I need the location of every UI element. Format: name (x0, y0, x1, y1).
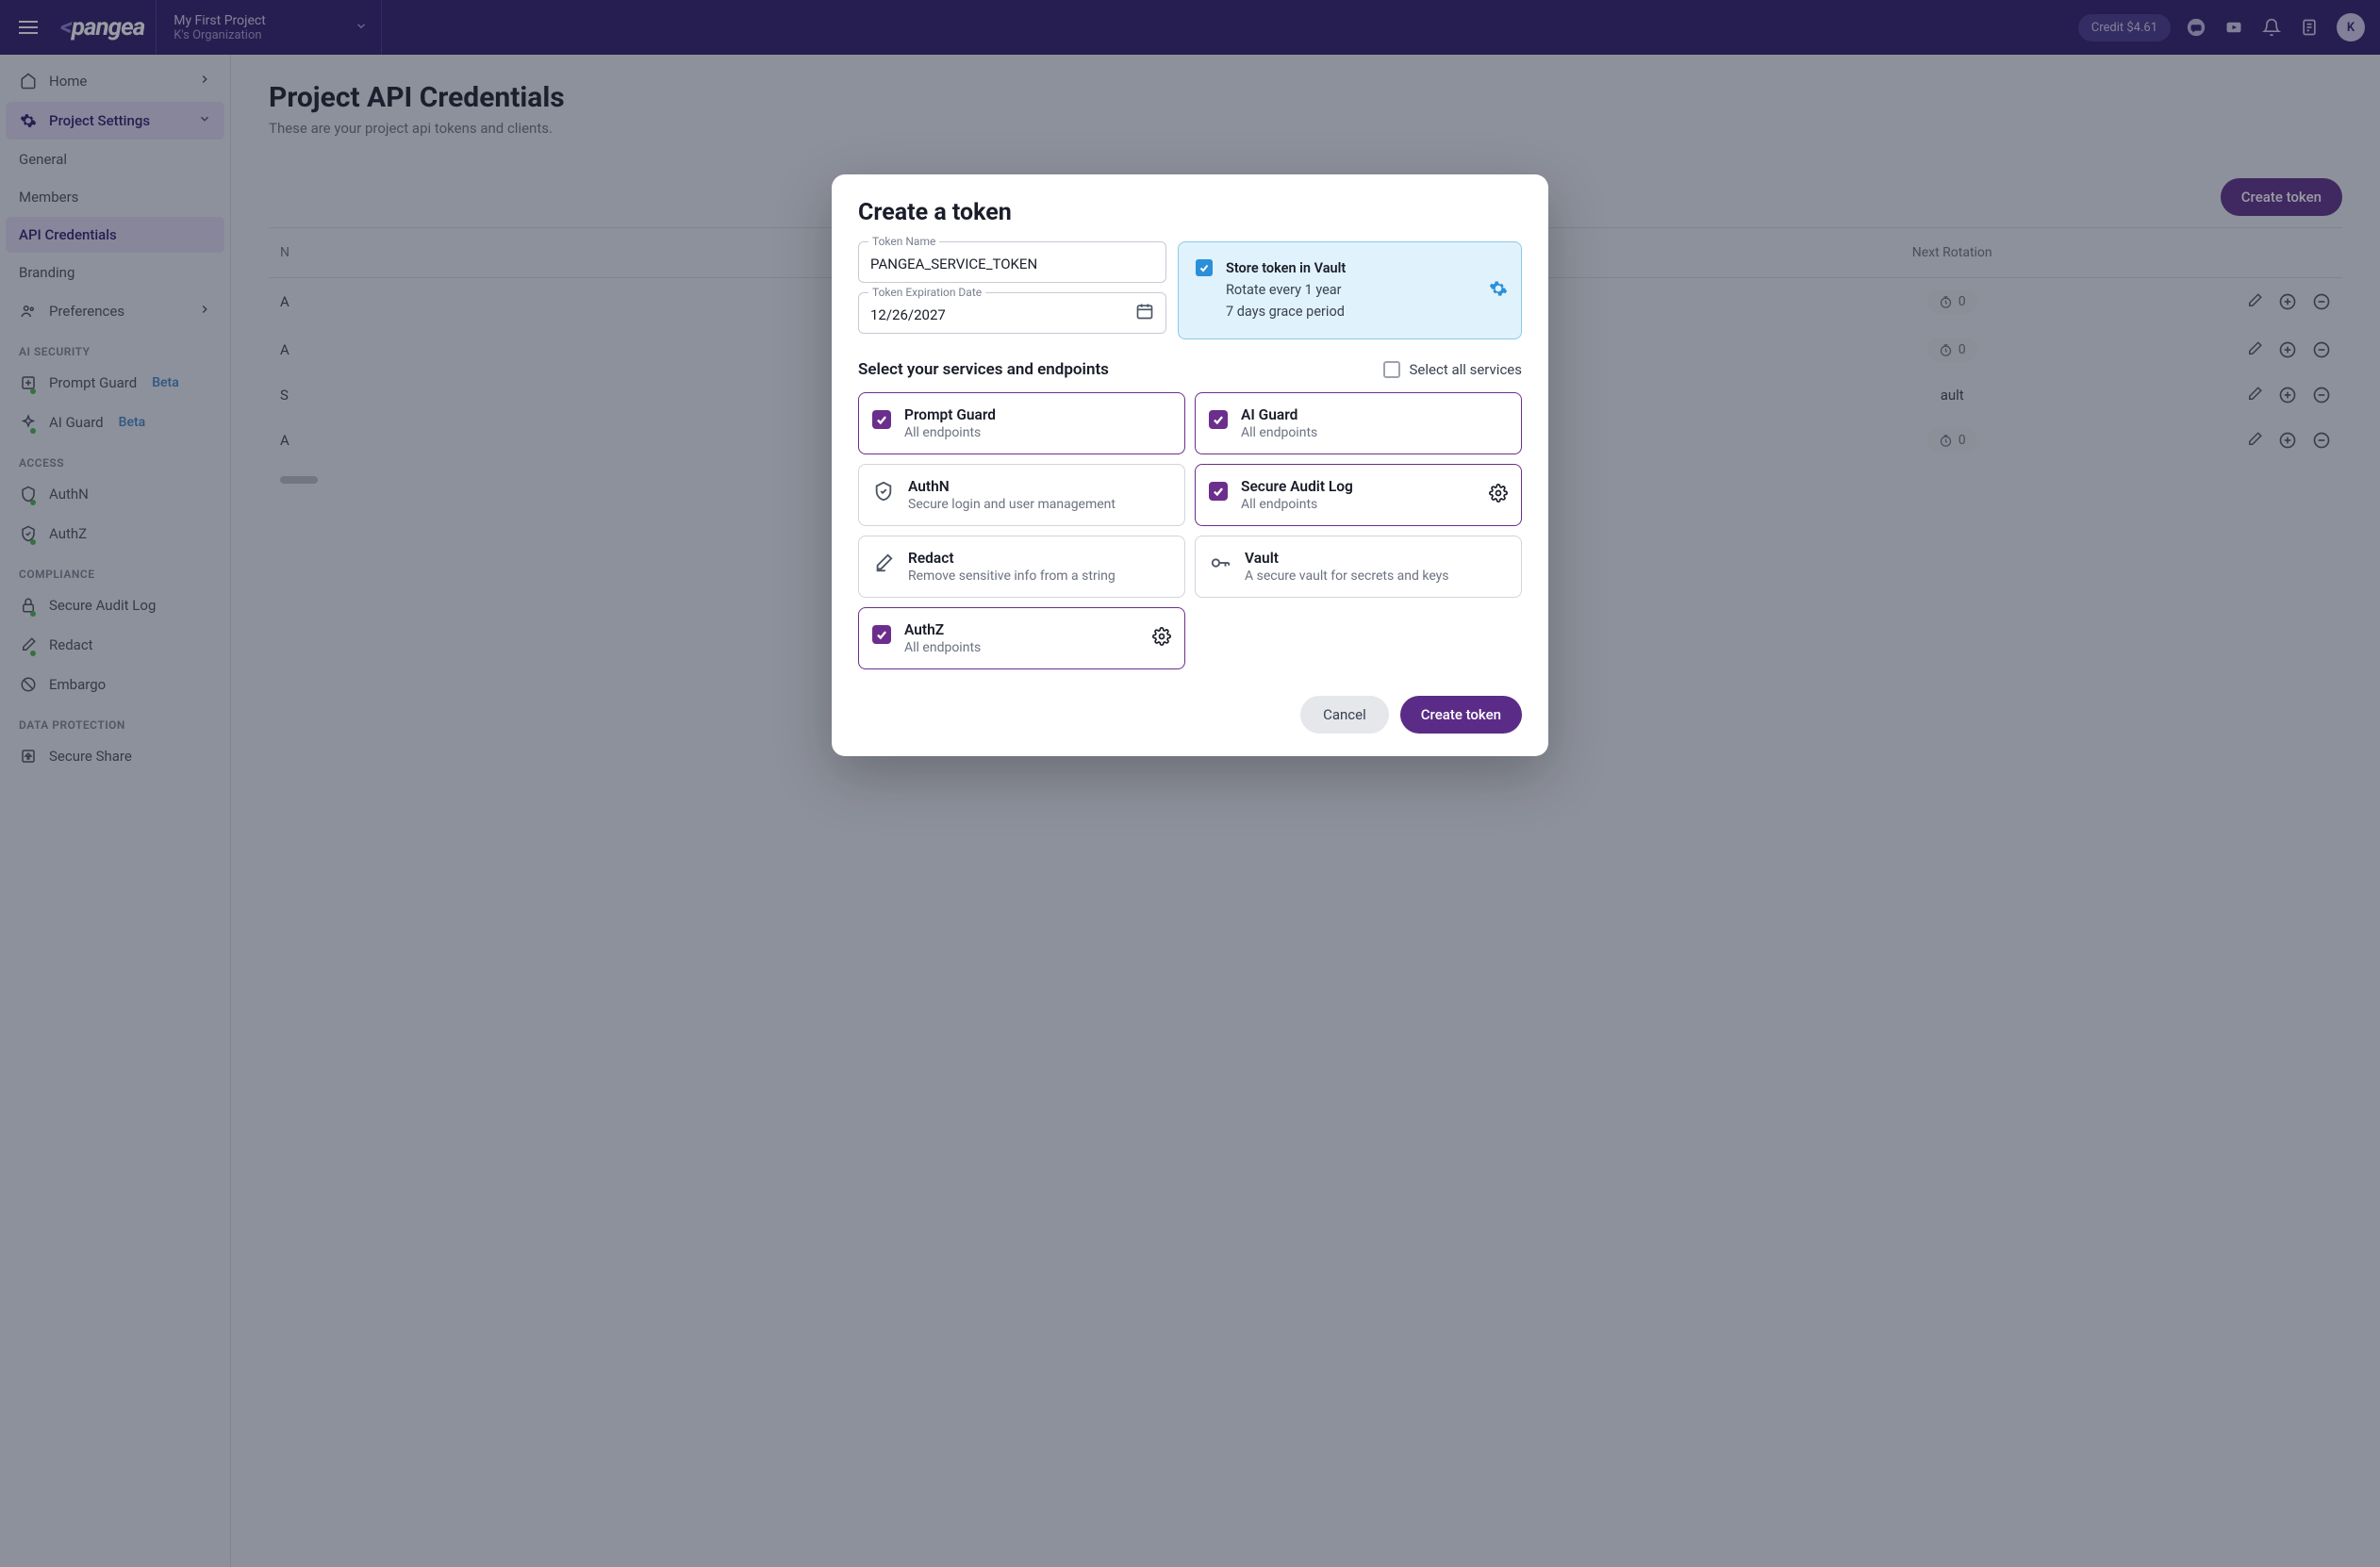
calendar-icon[interactable] (1135, 302, 1154, 324)
shield-icon (872, 480, 895, 503)
token-name-label: Token Name (868, 235, 939, 248)
checkbox-icon (1383, 361, 1400, 378)
token-name-input[interactable] (859, 242, 1165, 282)
service-card-vault[interactable]: Vault A secure vault for secrets and keys (1195, 536, 1522, 598)
select-all-label: Select all services (1410, 361, 1523, 378)
service-name: AuthN (908, 478, 1116, 495)
field-expiration: Token Expiration Date (858, 292, 1166, 334)
create-token-modal: Create a token Token Name Token Expirati… (832, 174, 1548, 756)
select-services-label: Select your services and endpoints (858, 360, 1109, 379)
service-name: AuthZ (904, 621, 981, 638)
service-desc: Remove sensitive info from a string (908, 569, 1116, 584)
service-card-secure-audit-log[interactable]: Secure Audit Log All endpoints (1195, 464, 1522, 526)
vault-checkbox[interactable] (1196, 259, 1213, 276)
key-icon (1209, 552, 1231, 574)
service-name: AI Guard (1241, 406, 1317, 423)
modal-title: Create a token (858, 199, 1522, 226)
checkbox-checked-icon (872, 410, 891, 429)
gear-icon[interactable] (1489, 279, 1508, 302)
service-name: Secure Audit Log (1241, 478, 1353, 495)
service-desc: All endpoints (904, 425, 996, 440)
service-name: Prompt Guard (904, 406, 996, 423)
service-card-redact[interactable]: Redact Remove sensitive info from a strin… (858, 536, 1185, 598)
service-desc: A secure vault for secrets and keys (1245, 569, 1449, 584)
vault-card[interactable]: Store token in Vault Rotate every 1 year… (1178, 241, 1522, 339)
checkbox-checked-icon (1209, 482, 1228, 501)
checkbox-checked-icon (1209, 410, 1228, 429)
service-desc: All endpoints (1241, 497, 1353, 512)
service-desc: Secure login and user management (908, 497, 1116, 512)
gear-icon[interactable] (1489, 484, 1508, 506)
select-all-checkbox[interactable]: Select all services (1383, 361, 1523, 378)
service-card-authn[interactable]: AuthN Secure login and user management (858, 464, 1185, 526)
cancel-button[interactable]: Cancel (1300, 696, 1389, 734)
vault-text: Store token in Vault Rotate every 1 year… (1226, 257, 1346, 323)
service-card-ai-guard[interactable]: AI Guard All endpoints (1195, 392, 1522, 454)
expiration-label: Token Expiration Date (868, 286, 985, 299)
service-card-authz[interactable]: AuthZ All endpoints (858, 607, 1185, 669)
checkbox-checked-icon (872, 625, 891, 644)
modal-overlay: Create a token Token Name Token Expirati… (0, 0, 2380, 1567)
service-desc: All endpoints (904, 640, 981, 655)
field-token-name: Token Name (858, 241, 1166, 283)
gear-icon[interactable] (1152, 627, 1171, 650)
modal-create-button[interactable]: Create token (1400, 696, 1522, 734)
expiration-input[interactable] (859, 293, 1165, 333)
service-desc: All endpoints (1241, 425, 1317, 440)
service-card-prompt-guard[interactable]: Prompt Guard All endpoints (858, 392, 1185, 454)
pen-icon (872, 552, 895, 574)
service-name: Redact (908, 550, 1116, 567)
service-name: Vault (1245, 550, 1449, 567)
